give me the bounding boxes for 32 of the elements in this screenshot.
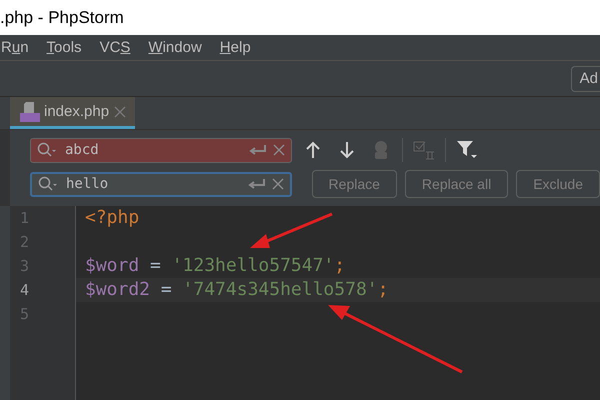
file-icon [20,100,40,122]
checkbox-icon[interactable] [413,140,435,160]
search-icon[interactable] [38,176,58,192]
menu-item[interactable]: Tools [46,39,86,56]
menu-item[interactable]: Window [148,39,206,56]
code-line: <?php [84,206,140,230]
filter-icon[interactable] [456,140,478,160]
add-button[interactable]: Ad [570,66,600,92]
close-icon[interactable] [272,178,284,190]
enter-icon[interactable] [248,178,266,190]
person-icon[interactable] [372,140,390,160]
menu-item[interactable]: Help [220,39,255,56]
search-input[interactable]: hello [64,175,242,194]
close-icon[interactable] [113,104,128,118]
replace-button[interactable]: Replace all [404,170,508,198]
arrow-up-icon[interactable] [306,141,320,160]
editor-tab[interactable]: index.php [10,97,136,129]
replace-button[interactable]: Exclude [516,170,600,198]
enter-icon[interactable] [249,144,267,156]
search-icon[interactable] [37,142,57,158]
search-field[interactable]: abcd [30,138,292,163]
line-number: 4 [19,280,30,301]
menu-item[interactable]: VCS [100,39,134,56]
replace-button[interactable]: Replace [312,170,397,198]
close-icon[interactable] [273,144,285,156]
window-title: .php - PhpStorm [0,8,124,28]
code-line: $word = '123hello57547'; [84,254,346,278]
tab-label: index.php [44,103,110,120]
arrow-down-icon[interactable] [340,141,354,160]
menu-item[interactable]: Run [1,39,33,56]
search-input[interactable]: abcd [63,141,243,160]
search-field[interactable]: hello [30,172,292,197]
